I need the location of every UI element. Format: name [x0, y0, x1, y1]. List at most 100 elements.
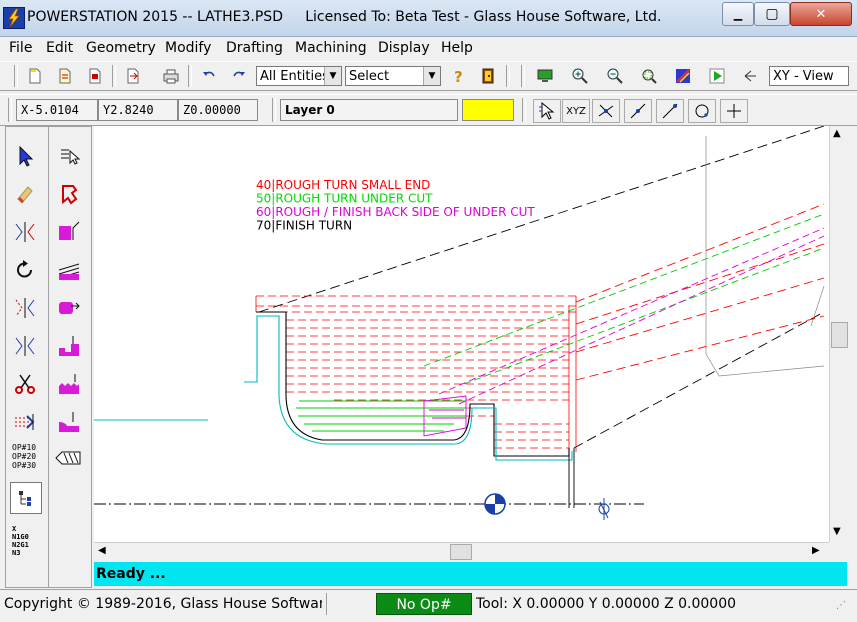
layer-color-swatch[interactable]: [462, 99, 514, 121]
midpoint-snap-button[interactable]: [656, 99, 684, 123]
legend-entry: 40|ROUGH TURN SMALL END: [256, 178, 430, 192]
mirror-tool-button[interactable]: [10, 217, 40, 247]
app-logo-icon[interactable]: [3, 7, 25, 29]
gcode-button[interactable]: X N1G0 N2G1 N3: [12, 525, 29, 557]
layer-field[interactable]: Layer 0: [280, 99, 458, 121]
open-file-icon: [59, 68, 71, 84]
cutoff-tool-button[interactable]: [54, 407, 84, 437]
trim-tool-button[interactable]: [10, 369, 40, 399]
horizontal-scrollbar[interactable]: ◀ ▶: [94, 542, 829, 561]
scroll-right-icon[interactable]: ▶: [812, 545, 820, 556]
chevron-down-icon[interactable]: ▼: [423, 67, 440, 85]
legend-entry: 50|ROUGH TURN UNDER CUT: [256, 192, 433, 206]
zoom-window-button[interactable]: [638, 65, 660, 87]
status-bar: Copyright © 1989-2016, Glass House Softw…: [0, 589, 857, 622]
view-rotate-button[interactable]: [739, 65, 761, 87]
tree-view-button[interactable]: [10, 482, 42, 514]
eraser-tool-button[interactable]: [10, 179, 40, 209]
bore-tool-button[interactable]: [54, 293, 84, 323]
groove-tool-button[interactable]: [54, 331, 84, 361]
rough-turn-toolpath: [256, 295, 576, 449]
menu-drafting[interactable]: Drafting: [226, 40, 283, 56]
copyright-text: Copyright © 1989-2016, Glass House Softw…: [4, 596, 322, 612]
face-tool-button[interactable]: [54, 217, 84, 247]
entities-select[interactable]: All Entities ▼: [256, 66, 342, 86]
circle-center-snap-button[interactable]: [688, 99, 716, 123]
mirror-copy-tool-button[interactable]: [10, 293, 40, 323]
scroll-down-icon[interactable]: ▼: [833, 526, 841, 537]
rotate-icon: [17, 260, 32, 278]
chevron-down-icon[interactable]: ▼: [324, 67, 341, 85]
open-file-button[interactable]: [54, 65, 76, 87]
print-button[interactable]: [160, 65, 182, 87]
rotate-tool-button[interactable]: [10, 255, 40, 285]
menu-modify[interactable]: Modify: [165, 40, 211, 56]
scroll-up-icon[interactable]: ▲: [833, 128, 841, 139]
menu-machining[interactable]: Machining: [295, 40, 367, 56]
select-chain-button[interactable]: [54, 141, 84, 171]
thread-tool-button[interactable]: [54, 369, 84, 399]
scissors-icon: [15, 374, 35, 394]
help-button[interactable]: ?: [448, 65, 470, 87]
drawing-canvas[interactable]: 40|ROUGH TURN SMALL END 50|ROUGH TURN UND…: [94, 125, 829, 542]
new-file-button[interactable]: [24, 65, 46, 87]
menu-display[interactable]: Display: [378, 40, 430, 56]
intersection-snap-button[interactable]: [592, 99, 620, 123]
translate-tool-button[interactable]: [10, 407, 40, 437]
vertical-scrollbar[interactable]: ▲ ▼: [829, 126, 848, 542]
resize-grip-icon[interactable]: ⋰: [836, 600, 846, 611]
maximize-button[interactable]: ▢: [754, 2, 790, 26]
monitor-icon: [537, 69, 553, 82]
cursor-point-button[interactable]: [720, 99, 748, 123]
help-question-icon: ?: [454, 68, 463, 84]
vertical-scroll-thumb[interactable]: [831, 322, 848, 348]
simulate-button[interactable]: [706, 65, 728, 87]
save-file-icon: [89, 68, 101, 84]
zoom-in-button[interactable]: [569, 65, 591, 87]
close-button[interactable]: ✕: [790, 2, 852, 26]
minimize-button[interactable]: ▁: [722, 2, 754, 26]
move-arrow-icon: [15, 414, 35, 430]
midpoint-icon: [662, 103, 678, 119]
zoom-out-button[interactable]: [604, 65, 626, 87]
exit-button[interactable]: [477, 65, 499, 87]
view-select[interactable]: XY - View: [769, 66, 849, 86]
xyz-input-button[interactable]: XYZ: [562, 99, 590, 123]
pointer-tool-button[interactable]: [10, 141, 40, 171]
select-mode-select[interactable]: Select ▼: [345, 66, 441, 86]
rough-turn-tool-button[interactable]: [54, 255, 84, 285]
toolbar-separator: [188, 65, 192, 87]
toolbar-separator: [522, 98, 526, 122]
import-button[interactable]: [122, 65, 144, 87]
select-mode-value: Select: [349, 69, 390, 84]
circle-icon: [695, 104, 709, 118]
save-file-button[interactable]: [84, 65, 106, 87]
profile-tool-button[interactable]: [54, 179, 84, 209]
select-entity-button[interactable]: [533, 99, 561, 123]
undo-button[interactable]: [198, 65, 220, 87]
offset-tool-button[interactable]: [10, 331, 40, 361]
redo-icon: [233, 71, 245, 77]
command-prompt[interactable]: Ready ...: [94, 562, 847, 586]
import-icon: [127, 68, 139, 84]
toolbar-separator: [112, 65, 116, 87]
menu-file[interactable]: File: [9, 40, 32, 56]
shade-button[interactable]: [672, 65, 694, 87]
display-monitor-button[interactable]: [534, 65, 556, 87]
lathe-bore-icon: [59, 302, 80, 314]
intersection-icon: [598, 104, 614, 118]
scroll-left-icon[interactable]: ◀: [98, 545, 106, 556]
select-pointer-icon: [539, 102, 555, 120]
endpoint-snap-button[interactable]: [624, 99, 652, 123]
menu-help[interactable]: Help: [441, 40, 473, 56]
horizontal-scroll-thumb[interactable]: [450, 544, 472, 560]
menu-geometry[interactable]: Geometry: [86, 40, 156, 56]
redo-button[interactable]: [228, 65, 250, 87]
mirror-icon: [15, 222, 35, 242]
operations-list-button[interactable]: OP#10 OP#20 OP#30: [12, 443, 36, 470]
exit-door-icon: [482, 68, 494, 84]
zoom-in-icon: [572, 68, 588, 84]
drill-tool-button[interactable]: [54, 443, 84, 473]
menu-edit[interactable]: Edit: [46, 40, 73, 56]
new-file-icon: [29, 68, 41, 84]
